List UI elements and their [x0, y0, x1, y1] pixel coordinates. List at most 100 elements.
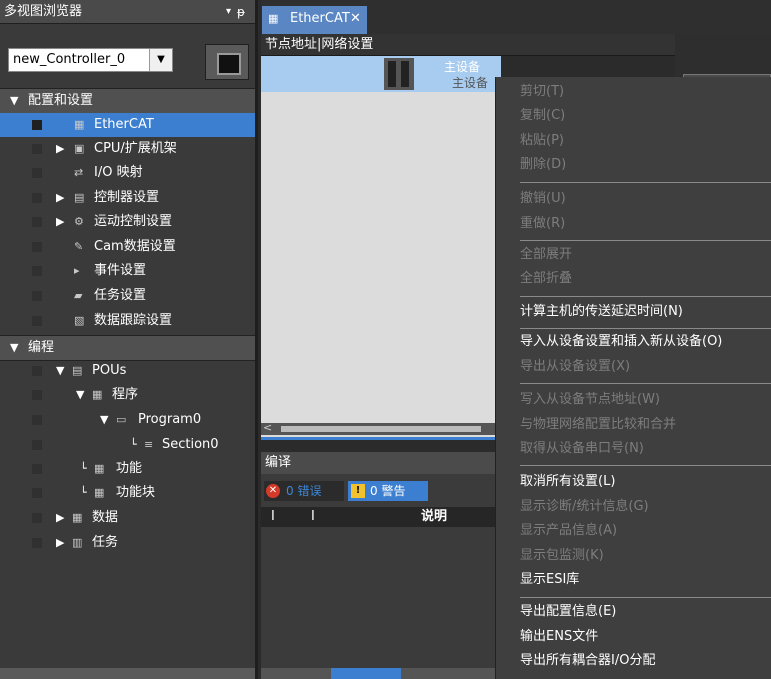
bottom-tab-strip [261, 668, 501, 679]
errors-filter-button[interactable]: ✕ 0 错误 [264, 481, 344, 501]
status-square [32, 366, 42, 376]
tree-branch-icon: └ [80, 486, 87, 499]
expand-icon[interactable]: ▼ [10, 89, 18, 113]
chevron-down-icon[interactable]: ▼ [149, 49, 172, 71]
bottom-tab-active[interactable] [331, 668, 401, 679]
task-icon: ▰ [74, 289, 83, 302]
errors-label: 0 错误 [286, 484, 322, 498]
tree-item-pous[interactable]: ▼ ▤ POUs [0, 359, 255, 383]
tree-item-cpu-rack[interactable]: ▶ ▣ CPU/扩展机架 [0, 137, 255, 161]
device-slot [401, 61, 409, 87]
compile-column-header: I I 说明 [261, 507, 501, 527]
tree-item-label: 功能块 [116, 485, 156, 500]
menu-item-product-info[interactable]: 显示产品信息(A) [495, 519, 771, 543]
menu-item-delete[interactable]: 删除(D) [495, 153, 771, 177]
expand-icon[interactable]: ▼ [10, 336, 18, 360]
menu-item-export-config[interactable]: 导出配置信息(E) [495, 600, 771, 624]
io-map-icon: ⇄ [74, 166, 84, 179]
expand-icon[interactable]: ▼ [56, 359, 64, 383]
menu-item-esi-library[interactable]: 显示ESI库 [495, 568, 771, 592]
tree-item-programming[interactable]: ▼ 编程 [0, 335, 255, 361]
menu-item-copy[interactable]: 复制(C) [495, 104, 771, 128]
tree-item-data[interactable]: ▶ ▦ 数据 [0, 506, 255, 530]
menu-item-get-serial[interactable]: 取得从设备串口号(N) [495, 437, 771, 461]
status-square [32, 390, 42, 400]
tree-item-function-blocks[interactable]: └ ▦ 功能块 [0, 481, 255, 505]
tree-item-controller-settings[interactable]: ▶ ▤ 控制器设置 [0, 186, 255, 210]
expand-icon[interactable]: ▼ [76, 383, 84, 407]
tree-item-ethercat[interactable]: ▦ EtherCAT [0, 113, 255, 137]
menu-item-cut[interactable]: 剪切(T) [495, 80, 771, 104]
expand-icon[interactable]: ▼ [100, 408, 108, 432]
chip-icon [217, 53, 241, 75]
status-square [32, 291, 42, 301]
status-square [32, 440, 42, 450]
gear-icon: ⚙ [74, 215, 84, 228]
expand-icon[interactable]: ▶ [56, 506, 64, 530]
menu-item-output-ens[interactable]: 输出ENS文件 [495, 625, 771, 649]
tree-item-motion-settings[interactable]: ▶ ⚙ 运动控制设置 [0, 210, 255, 234]
menu-item-collapse-all[interactable]: 全部折叠 [495, 267, 771, 291]
column-header[interactable]: I [311, 507, 315, 527]
tree-item-programs[interactable]: ▼ ▦ 程序 [0, 383, 255, 407]
master-device-icon[interactable] [384, 58, 414, 90]
tree-item-label: 编程 [28, 340, 55, 355]
tree-item-functions[interactable]: └ ▦ 功能 [0, 457, 255, 481]
tree-item-event-settings[interactable]: ▸ 事件设置 [0, 259, 255, 283]
menu-item-redo[interactable]: 重做(R) [495, 212, 771, 236]
horizontal-scrollbar[interactable]: < [261, 421, 501, 435]
dropdown-icon[interactable]: ▾ [226, 0, 231, 24]
menu-item-compare-merge[interactable]: 与物理网络配置比较和合并 [495, 413, 771, 437]
splitter[interactable] [261, 437, 501, 440]
tree-item-label: I/O 映射 [94, 165, 143, 180]
pin-icon[interactable]: ᵽ [237, 0, 245, 24]
column-header[interactable]: I [271, 507, 275, 527]
expand-icon[interactable]: ▶ [56, 210, 64, 234]
tab-ethercat[interactable]: ▦ EtherCAT ✕ [262, 6, 367, 34]
tree-item-cam-data[interactable]: ✎ Cam数据设置 [0, 235, 255, 259]
status-square [32, 513, 42, 523]
tree-item-program0[interactable]: ▼ ▭ Program0 [0, 408, 255, 432]
expand-icon[interactable]: ▶ [56, 186, 64, 210]
menu-item-calc-delay[interactable]: 计算主机的传送延迟时间(N) [495, 300, 771, 324]
menu-item-import-slave[interactable]: 导入从设备设置和插入新从设备(O) [495, 330, 771, 354]
tree-item-io-map[interactable]: ⇄ I/O 映射 [0, 161, 255, 185]
column-header-description[interactable]: 说明 [421, 507, 447, 527]
status-square [32, 120, 42, 130]
tree-item-data-trace[interactable]: ▧ 数据跟踪设置 [0, 309, 255, 333]
tree-item-tasks[interactable]: ▶ ▥ 任务 [0, 531, 255, 555]
status-square [32, 266, 42, 276]
warnings-filter-button[interactable]: ! 0 警告 [348, 481, 428, 501]
menu-item-paste[interactable]: 粘贴(P) [495, 129, 771, 153]
tree-item-task-settings[interactable]: ▰ 任务设置 [0, 284, 255, 308]
status-square [32, 242, 42, 252]
menu-item-export-coupler-io[interactable]: 导出所有耦合器I/O分配 [495, 649, 771, 673]
scroll-left-icon[interactable]: < [263, 421, 272, 434]
controller-select[interactable]: new_Controller_0 ▼ [8, 48, 173, 72]
network-canvas[interactable] [261, 56, 501, 440]
compile-title: 编译 [261, 452, 501, 474]
tree-item-config-settings[interactable]: ▼ 配置和设置 [0, 88, 255, 114]
expand-icon[interactable]: ▶ [56, 531, 64, 555]
menu-separator [520, 240, 771, 241]
menu-item-expand-all[interactable]: 全部展开 [495, 243, 771, 267]
master-device-sublabel: 主设备 [452, 76, 489, 90]
tree-branch-icon: └ [130, 438, 137, 451]
controller-device-icon[interactable] [205, 44, 249, 80]
scrollbar-thumb[interactable] [281, 426, 481, 432]
menu-item-cancel-all[interactable]: 取消所有设置(L) [495, 470, 771, 494]
expand-icon[interactable]: ▶ [56, 137, 64, 161]
tree-item-section0[interactable]: └ ≡ Section0 [0, 433, 255, 457]
tree-item-label: Program0 [138, 412, 202, 427]
ethercat-icon: ▦ [74, 118, 85, 131]
menu-item-undo[interactable]: 撤销(U) [495, 187, 771, 211]
menu-item-packet-monitor[interactable]: 显示包监测(K) [495, 544, 771, 568]
menu-item-diagnostics[interactable]: 显示诊断/统计信息(G) [495, 495, 771, 519]
menu-item-write-node-address[interactable]: 写入从设备节点地址(W) [495, 388, 771, 412]
tree-item-label: 配置和设置 [28, 93, 94, 108]
menu-item-export-slave[interactable]: 导出从设备设置(X) [495, 355, 771, 379]
status-square [32, 415, 42, 425]
left-scrollbar[interactable] [0, 668, 255, 679]
close-icon[interactable]: ✕ [350, 6, 361, 32]
tree-item-label: 任务设置 [94, 288, 147, 303]
